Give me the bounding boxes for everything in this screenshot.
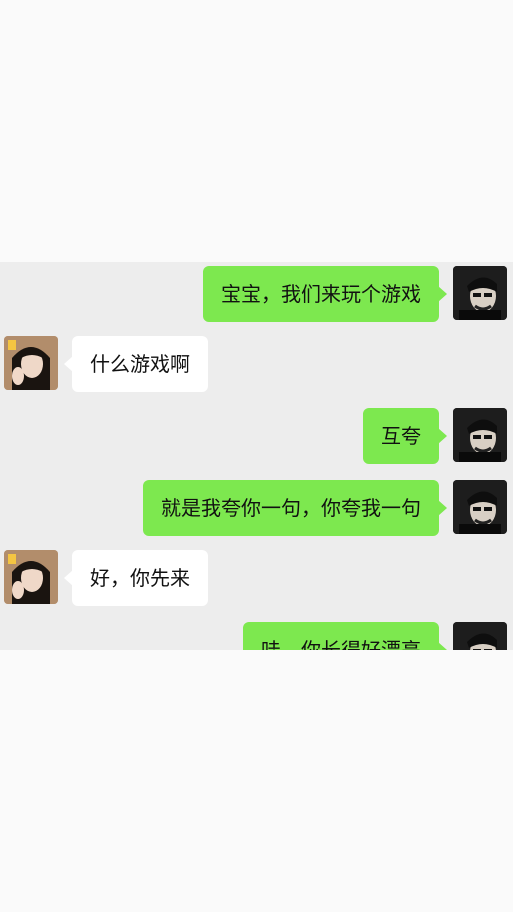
man-portrait-icon <box>453 266 507 320</box>
user-avatar[interactable] <box>453 480 507 534</box>
message-row: 宝宝，我们来玩个游戏 <box>203 266 507 322</box>
message-row: 哇，你长得好漂亮 <box>243 622 507 650</box>
message-bubble[interactable]: 什么游戏啊 <box>64 336 208 392</box>
message-row: 互夸 <box>363 408 507 464</box>
message-bubble[interactable]: 互夸 <box>363 408 447 464</box>
message-row: 就是我夸你一句，你夸我一句 <box>143 480 507 536</box>
chat-panel: 宝宝，我们来玩个游戏 什么游戏啊 互夸 就是我夸你一句，你夸我一句 好，你先来 … <box>0 262 513 650</box>
woman-portrait-icon <box>4 336 58 390</box>
message-bubble[interactable]: 就是我夸你一句，你夸我一句 <box>143 480 447 536</box>
contact-avatar[interactable] <box>4 336 58 390</box>
message-bubble[interactable]: 宝宝，我们来玩个游戏 <box>203 266 447 322</box>
contact-avatar[interactable] <box>4 550 58 604</box>
message-row: 什么游戏啊 <box>4 336 208 392</box>
woman-portrait-icon <box>4 550 58 604</box>
man-portrait-icon <box>453 622 507 650</box>
user-avatar[interactable] <box>453 622 507 650</box>
man-portrait-icon <box>453 480 507 534</box>
message-bubble[interactable]: 哇，你长得好漂亮 <box>243 622 447 650</box>
user-avatar[interactable] <box>453 408 507 462</box>
message-bubble[interactable]: 好，你先来 <box>64 550 208 606</box>
message-row: 好，你先来 <box>4 550 208 606</box>
man-portrait-icon <box>453 408 507 462</box>
user-avatar[interactable] <box>453 266 507 320</box>
